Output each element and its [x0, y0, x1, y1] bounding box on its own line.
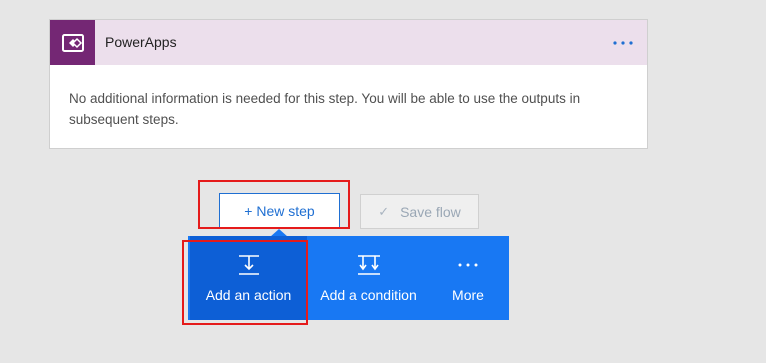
new-step-label: + New step	[244, 203, 315, 219]
more-ellipsis-icon	[433, 254, 503, 276]
new-step-button[interactable]: + New step	[219, 193, 340, 229]
flow-designer-canvas: PowerApps No additional information is n…	[0, 0, 766, 363]
more-label: More	[452, 287, 484, 303]
new-step-menu: Add an action Add a condition More	[188, 236, 509, 320]
add-action-menu-item[interactable]: Add an action	[190, 236, 307, 320]
checkmark-icon: ✓	[378, 203, 390, 219]
save-flow-button[interactable]: ✓ Save flow	[360, 194, 479, 229]
more-menu-item[interactable]: More	[433, 236, 503, 320]
card-more-options-button[interactable]	[609, 20, 637, 65]
add-condition-icon	[310, 254, 427, 276]
save-flow-label: Save flow	[400, 203, 461, 220]
powerapps-trigger-card: PowerApps No additional information is n…	[49, 19, 648, 149]
add-condition-menu-item[interactable]: Add a condition	[310, 236, 427, 320]
card-header[interactable]: PowerApps	[50, 20, 647, 65]
card-title: PowerApps	[105, 34, 177, 50]
add-condition-label: Add a condition	[320, 287, 417, 303]
powerapps-logo-icon	[50, 20, 95, 65]
add-action-label: Add an action	[205, 287, 292, 303]
card-description: No additional information is needed for …	[69, 91, 581, 127]
add-action-icon	[190, 254, 307, 276]
ellipsis-icon	[613, 40, 633, 45]
